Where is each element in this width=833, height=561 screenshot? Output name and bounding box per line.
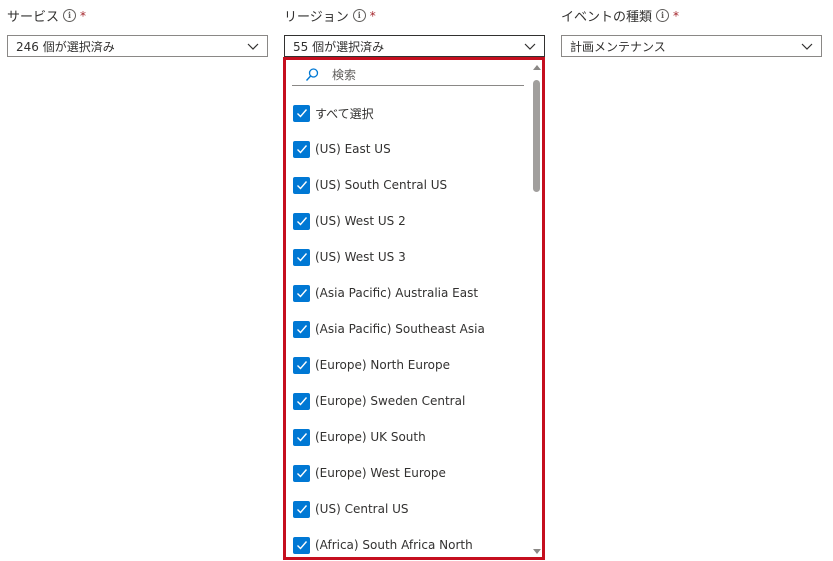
option-label: (US) Central US bbox=[315, 502, 409, 516]
scroll-down-arrow-icon[interactable] bbox=[533, 549, 541, 554]
option-item[interactable]: (Europe) Sweden Central bbox=[293, 391, 465, 411]
region-label: リージョン i * bbox=[284, 6, 376, 26]
checkbox[interactable] bbox=[293, 248, 310, 266]
checkmark-icon bbox=[296, 217, 307, 226]
required-mark: * bbox=[369, 8, 376, 23]
option-label: (Europe) North Europe bbox=[315, 358, 450, 372]
scrollbar[interactable] bbox=[531, 60, 542, 557]
checkbox[interactable] bbox=[293, 356, 310, 374]
scrollbar-thumb[interactable] bbox=[533, 80, 540, 192]
checkbox[interactable] bbox=[293, 212, 310, 230]
checkbox[interactable] bbox=[293, 320, 310, 338]
option-label: (Asia Pacific) Australia East bbox=[315, 286, 479, 300]
checkmark-icon bbox=[296, 145, 307, 154]
region-dropdown-panel: すべて選択 (US) East US (US) South Central US (U… bbox=[283, 57, 545, 560]
region-label-text: リージョン bbox=[284, 10, 349, 25]
checkbox[interactable] bbox=[293, 176, 310, 194]
option-label: (US) West US 2 bbox=[315, 214, 406, 228]
checkmark-icon bbox=[296, 433, 307, 442]
service-select[interactable]: 246 個が選択済み bbox=[7, 35, 268, 57]
info-icon[interactable]: i bbox=[656, 9, 670, 22]
checkbox[interactable] bbox=[293, 536, 310, 554]
option-label: (Europe) UK South bbox=[315, 430, 426, 444]
option-label: (Asia Pacific) Southeast Asia bbox=[315, 322, 485, 336]
checkmark-icon bbox=[296, 361, 307, 370]
event-type-select-value: 計画メンテナンス bbox=[570, 39, 666, 54]
event-type-label: イベントの種類 i * bbox=[561, 6, 680, 26]
checkbox[interactable] bbox=[293, 428, 310, 446]
checkbox[interactable] bbox=[293, 500, 310, 518]
option-label: (US) East US bbox=[315, 142, 391, 156]
region-select-value: 55 個が選択済み bbox=[293, 39, 385, 54]
info-icon[interactable]: i bbox=[352, 9, 366, 22]
option-item[interactable]: すべて選択 bbox=[293, 103, 374, 123]
search-input[interactable] bbox=[332, 67, 502, 82]
option-item[interactable]: (US) East US bbox=[293, 139, 391, 159]
chevron-down-icon bbox=[801, 43, 813, 50]
checkmark-icon bbox=[296, 541, 307, 550]
checkbox[interactable] bbox=[293, 104, 310, 122]
option-label: (Europe) West Europe bbox=[315, 466, 446, 480]
checkbox[interactable] bbox=[293, 284, 310, 302]
option-item[interactable]: (Europe) West Europe bbox=[293, 463, 446, 483]
event-type-label-text: イベントの種類 bbox=[561, 10, 653, 25]
checkmark-icon bbox=[296, 109, 307, 118]
info-icon[interactable]: i bbox=[63, 9, 77, 22]
option-item[interactable]: (Europe) North Europe bbox=[293, 355, 450, 375]
option-label: (Africa) South Africa North bbox=[315, 538, 473, 552]
option-item[interactable]: (Africa) South Africa North bbox=[293, 535, 473, 555]
option-item[interactable]: (Asia Pacific) Australia East bbox=[293, 283, 478, 303]
option-item[interactable]: (Asia Pacific) Southeast Asia bbox=[293, 319, 485, 339]
option-item[interactable]: (US) West US 2 bbox=[293, 211, 406, 231]
option-label: すべて選択 bbox=[315, 106, 374, 121]
scroll-up-arrow-icon[interactable] bbox=[533, 65, 541, 70]
checkbox[interactable] bbox=[293, 464, 310, 482]
option-item[interactable]: (US) South Central US bbox=[293, 175, 447, 195]
service-label: サービス i * bbox=[7, 6, 87, 26]
option-label: (Europe) Sweden Central bbox=[315, 394, 466, 408]
service-label-text: サービス bbox=[7, 10, 60, 25]
checkbox[interactable] bbox=[293, 392, 310, 410]
checkmark-icon bbox=[296, 181, 307, 190]
region-select[interactable]: 55 個が選択済み bbox=[284, 35, 545, 57]
search-box bbox=[292, 64, 524, 86]
chevron-down-icon bbox=[247, 43, 259, 50]
event-type-select[interactable]: 計画メンテナンス bbox=[561, 35, 822, 57]
chevron-down-icon bbox=[524, 43, 536, 50]
required-mark: * bbox=[80, 8, 87, 23]
option-item[interactable]: (US) Central US bbox=[293, 499, 409, 519]
option-label: (US) West US 3 bbox=[315, 250, 406, 264]
service-select-value: 246 個が選択済み bbox=[16, 39, 115, 54]
option-item[interactable]: (Europe) UK South bbox=[293, 427, 426, 447]
checkmark-icon bbox=[296, 397, 307, 406]
checkmark-icon bbox=[296, 253, 307, 262]
checkbox[interactable] bbox=[293, 140, 310, 158]
required-mark: * bbox=[673, 8, 680, 23]
option-item[interactable]: (US) West US 3 bbox=[293, 247, 406, 267]
search-icon bbox=[305, 67, 319, 81]
checkmark-icon bbox=[296, 325, 307, 334]
checkmark-icon bbox=[296, 469, 307, 478]
option-label: (US) South Central US bbox=[315, 178, 448, 192]
checkmark-icon bbox=[296, 505, 307, 514]
checkmark-icon bbox=[296, 289, 307, 298]
